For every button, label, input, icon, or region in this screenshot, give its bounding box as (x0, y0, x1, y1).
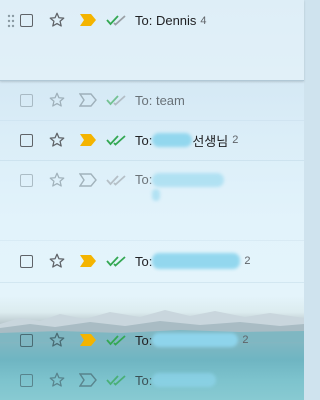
double-check-icon (106, 335, 126, 346)
checkbox-icon[interactable] (20, 373, 33, 387)
mail-row[interactable]: To: (0, 160, 304, 241)
important-marker-icon[interactable] (79, 254, 97, 268)
star-icon[interactable] (48, 371, 66, 389)
important-marker-icon[interactable] (79, 373, 97, 387)
double-check-icon (106, 175, 126, 186)
double-check-icon (106, 95, 126, 106)
double-check-icon (106, 375, 126, 386)
thread-count: 2 (232, 134, 239, 146)
star-icon[interactable] (48, 131, 66, 149)
star-icon[interactable] (48, 11, 66, 29)
checkbox-icon[interactable] (20, 14, 33, 27)
sent-mail-list: To: Dennis 4 To: team To: 선생님 2 To: To: … (0, 0, 304, 400)
recipient-text: To: (135, 253, 153, 269)
star-icon[interactable] (48, 91, 66, 109)
checkbox-icon[interactable] (20, 254, 33, 268)
drag-handle-icon[interactable] (7, 14, 15, 28)
double-check-icon (106, 135, 126, 146)
recipient-text: To: (135, 132, 153, 148)
thread-count: 2 (244, 255, 251, 267)
star-icon[interactable] (48, 331, 66, 349)
recipient-text: To: (135, 372, 153, 388)
recipient-label: To: Dennis 4 (135, 13, 207, 28)
recipient-suffix: 선생님 (192, 133, 229, 149)
mail-row[interactable]: To: 2 (0, 320, 304, 360)
double-check-icon (106, 15, 126, 26)
important-marker-icon[interactable] (79, 13, 97, 27)
recipient-label: To: 2 (135, 333, 248, 348)
mail-row[interactable]: To: 선생님 2 (0, 120, 304, 161)
recipient-text: To: (135, 332, 153, 348)
recipient-label: To: 2 (135, 253, 250, 269)
redacted-name (152, 133, 193, 147)
redacted-name (152, 373, 217, 387)
redacted-fragment (152, 189, 160, 201)
redacted-name (152, 172, 225, 187)
checkbox-icon[interactable] (20, 333, 33, 347)
thread-count: 4 (200, 14, 207, 27)
recipient-label: To: (135, 172, 225, 187)
important-marker-icon[interactable] (79, 333, 97, 347)
recipient-text: To: team (135, 92, 185, 108)
mail-row[interactable]: To: Dennis 4 (0, 0, 304, 81)
star-icon[interactable] (48, 252, 66, 270)
important-marker-icon[interactable] (79, 133, 97, 147)
recipient-label: To: 선생님 2 (135, 131, 238, 150)
important-marker-icon[interactable] (79, 93, 97, 107)
checkbox-icon[interactable] (20, 93, 33, 107)
star-icon[interactable] (48, 171, 66, 189)
checkbox-icon[interactable] (20, 174, 33, 187)
important-marker-icon[interactable] (79, 173, 97, 187)
mail-row[interactable]: To: (0, 360, 304, 400)
recipient-label: To: team (135, 93, 185, 108)
mail-row[interactable]: To: team (0, 80, 304, 121)
redacted-name (152, 253, 241, 269)
thread-count: 2 (242, 334, 249, 346)
redacted-name (152, 333, 239, 347)
mail-row[interactable]: To: 2 (0, 240, 304, 283)
double-check-icon (106, 256, 126, 267)
recipient-label: To: (135, 372, 217, 388)
checkbox-icon[interactable] (20, 133, 33, 147)
recipient-text: To: Dennis (135, 13, 197, 28)
recipient-text: To: (135, 172, 153, 187)
